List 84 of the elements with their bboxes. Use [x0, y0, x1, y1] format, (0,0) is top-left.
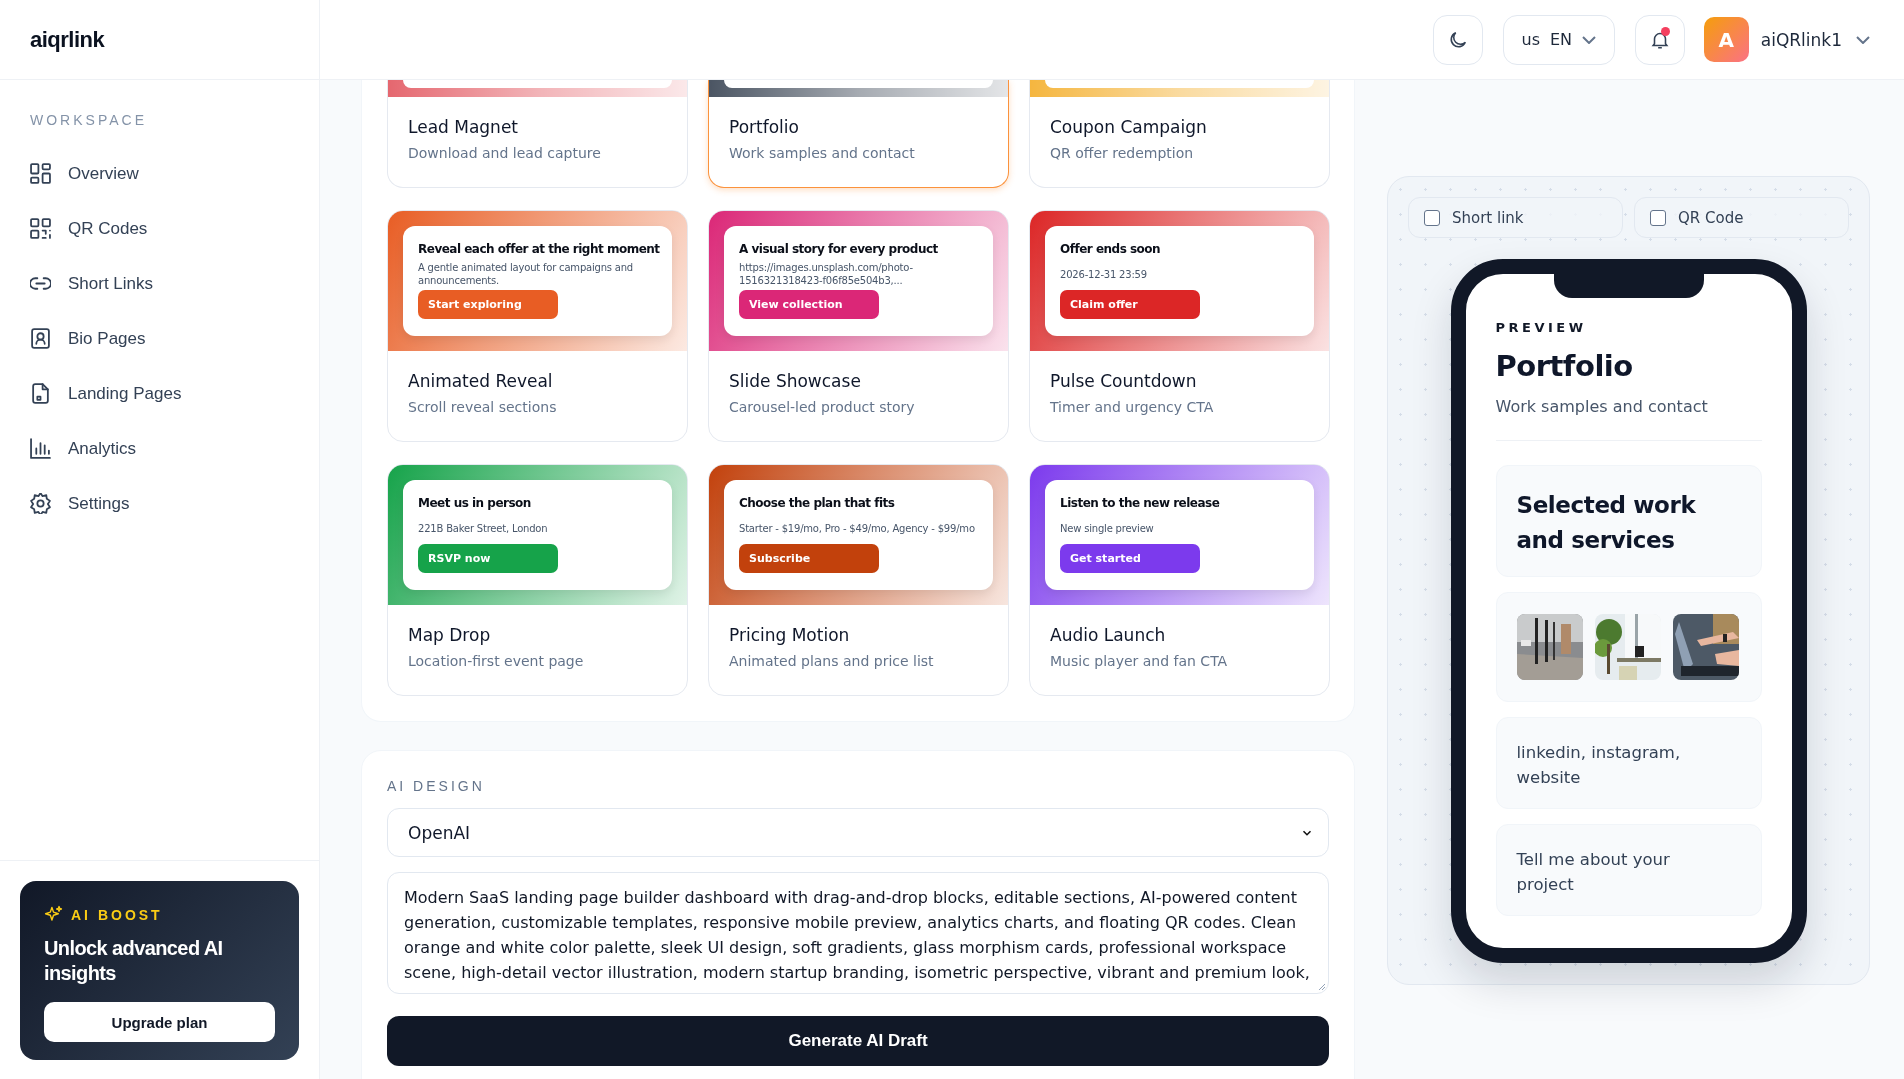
template-card[interactable]: Offer ends soon 2026-12-31 23:59 Claim offer Pulse Countdown Timer and urgency CTA — [1029, 210, 1330, 442]
nav-item[interactable]: Overview — [30, 146, 149, 201]
heading-block: Selected work and services — [1495, 465, 1762, 577]
grid-icon — [30, 163, 51, 184]
nav-item[interactable]: Settings — [30, 476, 140, 531]
promo-label: AI BOOST — [71, 906, 163, 923]
promo-title: Unlock advanced AI insights — [44, 936, 224, 986]
template-card[interactable]: Meet us in person 221B Baker Street, London RSVP now Map Drop Location-first event page — [387, 464, 688, 696]
template-description: Music player and fan CTA — [1050, 653, 1229, 669]
preview-button: Subscribe — [739, 544, 879, 573]
preview-button: RSVP now — [418, 544, 558, 573]
prompt-field[interactable]: Modern SaaS landing page builder dashboard with drag-and-drop blocks, editable sections, AI-powered content generation, customizable templates, responsive mobile preview, analytics charts, and floating QR codes. Clean orange and white color palette, sleek UI design, soft gradients, glass morphism cards, professional workspace scene, high-detail vector illustration, modern startup branding, isometric perspective, vibrant and premium look, — [387, 872, 1329, 994]
upgrade-button[interactable]: Upgrade plan — [44, 1002, 275, 1042]
sparkle-icon — [44, 905, 63, 924]
bar-chart-icon — [30, 438, 51, 459]
resize-handle-icon[interactable] — [1316, 981, 1326, 991]
chevron-down-icon — [1582, 35, 1597, 44]
preview-text: https://images.unsplash.com/photo-1516321318423-f06f85e504b3,... — [739, 261, 914, 287]
file-icon — [30, 383, 51, 404]
nav-item[interactable]: Bio Pages — [30, 311, 156, 366]
preview-text: Starter - $19/mo, Pro - $49/mo, Agency - $99/mo — [739, 521, 976, 536]
preview-button: Start exploring — [418, 290, 558, 319]
checkbox[interactable] — [1424, 209, 1440, 226]
section-label: AI DESIGN — [387, 778, 486, 794]
notifications-button[interactable] — [1634, 14, 1685, 65]
preview-headline: Listen to the new release — [1060, 496, 1221, 510]
chevron-down-icon[interactable] — [1856, 35, 1870, 44]
text-block: linkedin, instagram, website — [1495, 717, 1762, 809]
template-title: Pulse Countdown — [1050, 371, 1198, 391]
generate-button[interactable]: Generate AI Draft — [387, 1016, 1329, 1066]
template-description: Animated plans and price list — [729, 653, 935, 669]
template-card[interactable]: A visual story for every product https://images.unsplash.com/photo-1516321318423-f06f85e504b3,... View collection Slide Showcase Carousel-led product story — [708, 210, 1009, 442]
template-title: Slide Showcase — [729, 371, 862, 391]
template-description: Carousel-led product story — [729, 399, 916, 415]
qr-code-icon — [30, 218, 51, 239]
template-card[interactable]: Reveal each offer at the right moment A gentle animated layout for campaigns and announcements. Start exploring Animated Reveal Scroll reveal sections — [387, 210, 688, 442]
preview-label: PREVIEW — [1495, 320, 1588, 335]
template-description: Work samples and contact — [729, 145, 916, 161]
option-checkbox[interactable]: QR Code — [1634, 197, 1849, 238]
user-name[interactable]: aiQRlink1 — [1760, 29, 1842, 50]
template-card[interactable]: Choose the plan that fits Starter - $19/mo, Pro - $49/mo, Agency - $99/mo Subscribe Pricing Motion Animated plans and price list — [708, 464, 1009, 696]
section-label: WORKSPACE — [30, 112, 148, 128]
preview-button: Claim offer — [1060, 290, 1200, 319]
preview-text: New single preview — [1060, 521, 1155, 536]
preview-button: View collection — [739, 290, 879, 319]
template-description: Download and lead capture — [408, 145, 602, 161]
person-card-icon — [30, 328, 51, 349]
preview-title: Portfolio — [1495, 349, 1634, 383]
option-checkbox[interactable]: Short link — [1408, 197, 1623, 238]
template-card[interactable]: Lead Magnet Download and lead capture — [387, 80, 688, 188]
template-description: Timer and urgency CTA — [1050, 399, 1215, 415]
template-title: Portfolio — [729, 117, 800, 137]
template-description: QR offer redemption — [1050, 145, 1195, 161]
preview-text: 2026-12-31 23:59 — [1060, 267, 1148, 282]
settings-icon — [30, 493, 51, 514]
template-title: Animated Reveal — [408, 371, 554, 391]
template-title: Pricing Motion — [729, 625, 851, 645]
template-title: Audio Launch — [1050, 625, 1167, 645]
nav-item[interactable]: QR Codes — [30, 201, 158, 256]
checkbox[interactable] — [1650, 209, 1666, 226]
preview-headline: A visual story for every product — [739, 242, 939, 256]
template-title: Map Drop — [408, 625, 492, 645]
preview-subtitle: Work samples and contact — [1495, 397, 1709, 416]
template-card[interactable]: Portfolio Work samples and contact — [708, 80, 1009, 188]
provider-select[interactable]: OpenAI — [387, 808, 1329, 857]
nav-item[interactable]: Analytics — [30, 421, 147, 476]
preview-headline: Offer ends soon — [1060, 242, 1162, 256]
logo[interactable]: aiqrlink — [30, 26, 105, 53]
preview-text: 221B Baker Street, London — [418, 521, 549, 536]
preview-headline: Meet us in person — [418, 496, 532, 510]
preview-button: Get started — [1060, 544, 1200, 573]
template-title: Lead Magnet — [408, 117, 520, 137]
template-card[interactable]: Listen to the new release New single preview Get started Audio Launch Music player and fan CTA — [1029, 464, 1330, 696]
nav-item[interactable]: Short Links — [30, 256, 164, 311]
template-description: Location-first event page — [408, 653, 585, 669]
language-selector[interactable]: us EN — [1502, 14, 1615, 65]
nav-item[interactable]: Landing Pages — [30, 366, 192, 421]
theme-toggle-button[interactable] — [1432, 14, 1483, 65]
text-block: Tell me about your project — [1495, 824, 1762, 916]
template-card[interactable]: Coupon Campaign QR offer redemption — [1029, 80, 1330, 188]
template-description: Scroll reveal sections — [408, 399, 558, 415]
preview-text: A gentle animated layout for campaigns and announcements. — [418, 261, 635, 287]
preview-headline: Choose the plan that fits — [739, 496, 896, 510]
template-title: Coupon Campaign — [1050, 117, 1208, 137]
